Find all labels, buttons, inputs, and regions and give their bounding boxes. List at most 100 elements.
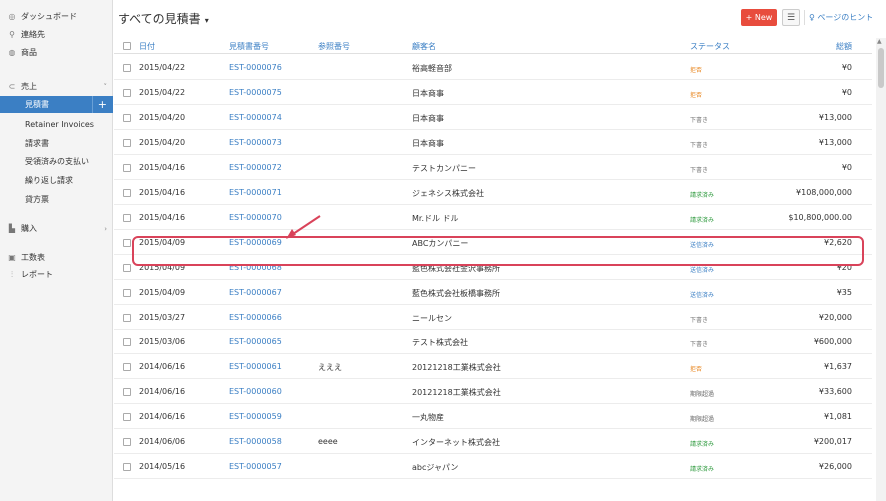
- sidebar-item-reports[interactable]: ⫶ レポート: [0, 266, 113, 283]
- cell-estimate-number[interactable]: EST-0000070: [229, 213, 282, 222]
- cell-estimate-number[interactable]: EST-0000074: [229, 113, 282, 122]
- cell-estimate-number[interactable]: EST-0000072: [229, 163, 282, 172]
- cell-total: ¥0: [841, 63, 852, 72]
- scroll-up-arrow-icon[interactable]: ▲: [877, 38, 882, 45]
- page-hint-label: ページのヒント: [817, 13, 874, 22]
- row-checkbox[interactable]: [123, 263, 131, 272]
- column-header-estimate-number[interactable]: 見積書番号: [229, 41, 269, 52]
- column-header-status[interactable]: ステータス: [690, 41, 730, 52]
- page-hint-link[interactable]: ♀ ページのヒント: [809, 12, 873, 23]
- cell-customer: Mr.ドル ドル: [412, 213, 459, 223]
- cell-date: 2014/05/16: [139, 462, 186, 472]
- cell-estimate-number[interactable]: EST-0000065: [229, 337, 282, 346]
- table-row[interactable]: 2014/06/06 EST-0000058 eeee インターネット株式会社 請求済み…: [114, 430, 872, 455]
- column-header-date[interactable]: 日付: [139, 41, 155, 52]
- cell-total: ¥26,000: [818, 462, 852, 472]
- cell-estimate-number[interactable]: EST-0000058: [229, 437, 282, 446]
- row-checkbox[interactable]: [123, 163, 131, 172]
- cell-estimate-number[interactable]: EST-0000075: [229, 88, 282, 97]
- table-row[interactable]: 2014/05/16 EST-0000057 abcジャパン 請求済み ¥26,000: [114, 455, 872, 480]
- add-icon[interactable]: +: [98, 98, 107, 111]
- cell-estimate-number[interactable]: EST-0000076: [229, 63, 282, 72]
- table-row[interactable]: 2015/03/27 EST-0000066 ニールセン 下書き ¥20,000: [114, 306, 872, 330]
- new-estimate-button[interactable]: + New: [741, 9, 777, 26]
- table-row[interactable]: 2014/06/16 EST-0000059 一丸物産 期限超過 ¥1,081: [114, 405, 872, 430]
- sidebar-item-recurring-invoices[interactable]: 繰り返し請求: [0, 172, 113, 189]
- table-header: 日付 見積書番号 参照番号 顧客名 ステータス 総額: [114, 38, 872, 54]
- cell-date: 2014/06/16: [139, 387, 186, 397]
- cell-estimate-number[interactable]: EST-0000061: [229, 362, 282, 371]
- row-checkbox[interactable]: [123, 64, 131, 72]
- scrollbar-thumb[interactable]: [878, 48, 884, 88]
- sidebar-item-label: ダッシュボード: [21, 12, 77, 21]
- table-row[interactable]: 2015/04/16 EST-0000070 Mr.ドル ドル 請求済み $10,800…: [114, 206, 872, 230]
- sidebar-item-items[interactable]: ◍ 商品: [0, 44, 113, 61]
- cell-date: 2014/06/16: [139, 362, 186, 372]
- cell-estimate-number[interactable]: EST-0000073: [229, 138, 282, 147]
- sidebar-item-retainer-invoices[interactable]: Retainer Invoices: [0, 116, 113, 133]
- row-checkbox[interactable]: [123, 463, 131, 472]
- row-checkbox[interactable]: [123, 138, 131, 147]
- row-checkbox[interactable]: [123, 113, 131, 122]
- row-checkbox[interactable]: [123, 338, 131, 347]
- sidebar-item-estimates[interactable]: 見積書 +: [0, 96, 113, 113]
- sidebar-item-label: 繰り返し請求: [25, 176, 73, 185]
- table-row[interactable]: 2015/04/20 EST-0000073 日本商事 下書き ¥13,000: [114, 131, 872, 155]
- cell-estimate-number[interactable]: EST-0000071: [229, 188, 282, 197]
- column-header-reference[interactable]: 参照番号: [318, 41, 350, 52]
- row-checkbox[interactable]: [123, 388, 131, 397]
- row-checkbox[interactable]: [123, 288, 131, 297]
- cell-customer: 一丸物産: [412, 413, 444, 423]
- cell-estimate-number[interactable]: EST-0000057: [229, 462, 282, 471]
- page-title[interactable]: すべての見積書 ▾: [118, 10, 209, 27]
- row-checkbox[interactable]: [123, 363, 131, 372]
- items-icon: ◍: [8, 47, 16, 57]
- table-row[interactable]: 2015/04/09 EST-0000067 藍色株式会社板橋事務所 送信済み ¥35: [114, 281, 872, 305]
- sidebar-item-purchases[interactable]: ▙ 購入 ›: [0, 220, 113, 237]
- scrollbar[interactable]: [876, 38, 886, 501]
- cell-date: 2015/04/22: [139, 87, 186, 97]
- sidebar-item-credit-notes[interactable]: 貸方票: [0, 191, 113, 208]
- sidebar-item-label: 請求書: [25, 139, 49, 148]
- cell-customer: テスト株式会社: [412, 338, 468, 348]
- row-checkbox[interactable]: [123, 438, 131, 447]
- cell-estimate-number[interactable]: EST-0000066: [229, 313, 282, 322]
- sidebar-item-timesheet[interactable]: ▣ 工数表: [0, 249, 113, 266]
- row-checkbox[interactable]: [123, 413, 131, 422]
- sidebar-item-label: 貸方票: [25, 195, 49, 204]
- sidebar-item-label: Retainer Invoices: [25, 120, 94, 129]
- column-header-total[interactable]: 総額: [836, 41, 852, 52]
- sidebar-item-payments-received[interactable]: 受領済みの支払い: [0, 153, 113, 170]
- row-checkbox[interactable]: [123, 238, 131, 247]
- select-all-checkbox[interactable]: [123, 42, 131, 50]
- cell-total: ¥35: [836, 287, 852, 297]
- table-row[interactable]: 2015/04/16 EST-0000072 テストカンパニー 下書き ¥0: [114, 156, 872, 180]
- cell-estimate-number[interactable]: EST-0000059: [229, 412, 282, 421]
- row-checkbox[interactable]: [123, 213, 131, 222]
- table-row[interactable]: 2014/06/16 EST-0000060 20121218工業株式会社 期限超過 ¥…: [114, 380, 872, 405]
- column-header-customer[interactable]: 顧客名: [412, 41, 436, 52]
- cell-customer: abcジャパン: [412, 463, 459, 473]
- sidebar-item-contacts[interactable]: ⚲ 連絡先: [0, 26, 113, 43]
- cell-reference: eeee: [318, 437, 338, 447]
- table-row[interactable]: 2015/04/16 EST-0000071 ジェネシス株式会社 請求済み ¥108,0…: [114, 181, 872, 205]
- table-row[interactable]: 2015/04/22 EST-0000075 日本商事 拒否 ¥0: [114, 81, 872, 105]
- row-checkbox[interactable]: [123, 188, 131, 197]
- cell-total: ¥13,000: [818, 112, 852, 122]
- row-checkbox[interactable]: [123, 88, 131, 97]
- table-row[interactable]: 2015/03/06 EST-0000065 テスト株式会社 下書き ¥600,000: [114, 330, 872, 355]
- table-row[interactable]: 2015/04/20 EST-0000074 日本商事 下書き ¥13,000: [114, 106, 872, 130]
- table-row[interactable]: 2014/06/16 EST-0000061 えええ 20121218工業株式会社 拒否…: [114, 355, 872, 380]
- menu-icon: ☰: [786, 12, 796, 23]
- cell-status: 下書き: [690, 141, 709, 149]
- cell-estimate-number[interactable]: EST-0000067: [229, 288, 282, 297]
- cell-estimate-number[interactable]: EST-0000060: [229, 387, 282, 396]
- sidebar-item-sales[interactable]: ⊂ 売上 ˅: [0, 78, 113, 95]
- row-checkbox[interactable]: [123, 313, 131, 322]
- sidebar-item-dashboard[interactable]: ◎ ダッシュボード: [0, 8, 113, 25]
- list-menu-button[interactable]: ☰: [782, 9, 800, 26]
- sidebar-item-invoices[interactable]: 請求書: [0, 135, 113, 152]
- cell-total: ¥200,017: [813, 437, 852, 447]
- table-row[interactable]: 2015/04/22 EST-0000076 裕高軽音部 拒否 ¥0: [114, 56, 872, 80]
- cell-customer: ニールセン: [412, 313, 452, 323]
